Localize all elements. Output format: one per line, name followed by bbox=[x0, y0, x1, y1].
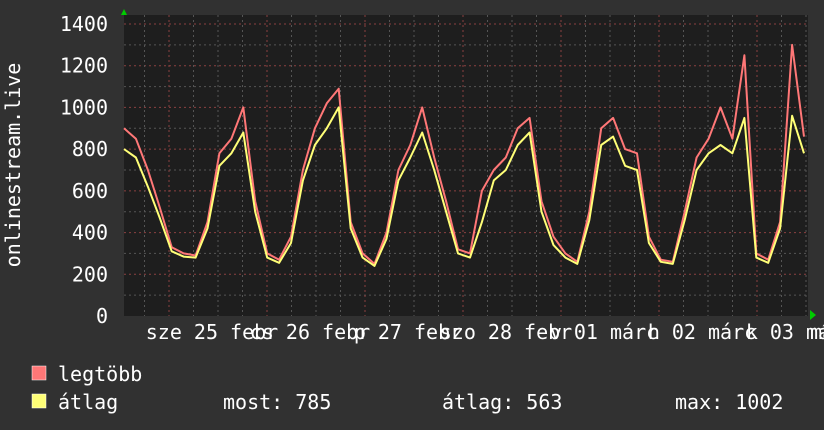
x-axis-ticks: sze 25 febrcs 26 febrp 27 febrszo 28 feb… bbox=[146, 320, 824, 344]
line-chart: 0 200 400 600 800 1000 1200 1400 sze 25 febrcs … bbox=[0, 0, 824, 430]
stat-avg: átlag: 563 bbox=[442, 390, 562, 414]
y-tick-label: 400 bbox=[72, 221, 108, 245]
y-tick-label: 1000 bbox=[60, 95, 108, 119]
legend-swatch-avg bbox=[31, 393, 47, 409]
x-tick-label: márc bbox=[810, 320, 824, 344]
stat-max: max: 1002 bbox=[675, 390, 783, 414]
y-tick-label: 1400 bbox=[60, 12, 108, 36]
legend-label-max: legtöbb bbox=[58, 362, 142, 386]
stat-now: most: 785 bbox=[223, 390, 331, 414]
plot-area bbox=[124, 15, 808, 316]
x-tick-label: h 02 márc bbox=[648, 320, 756, 344]
y-tick-label: 0 bbox=[96, 304, 108, 328]
y-tick-label: 200 bbox=[72, 262, 108, 286]
legend-label-avg: átlag bbox=[58, 390, 118, 414]
x-tick-label: v 01 márc bbox=[550, 320, 658, 344]
y-tick-label: 800 bbox=[72, 137, 108, 161]
x-tick-label: cs 26 febr bbox=[250, 320, 370, 344]
y-tick-label: 600 bbox=[72, 179, 108, 203]
legend-swatch-max bbox=[31, 365, 47, 381]
y-tick-label: 1200 bbox=[60, 54, 108, 78]
y-axis-label: onlinestream.live bbox=[1, 63, 25, 268]
